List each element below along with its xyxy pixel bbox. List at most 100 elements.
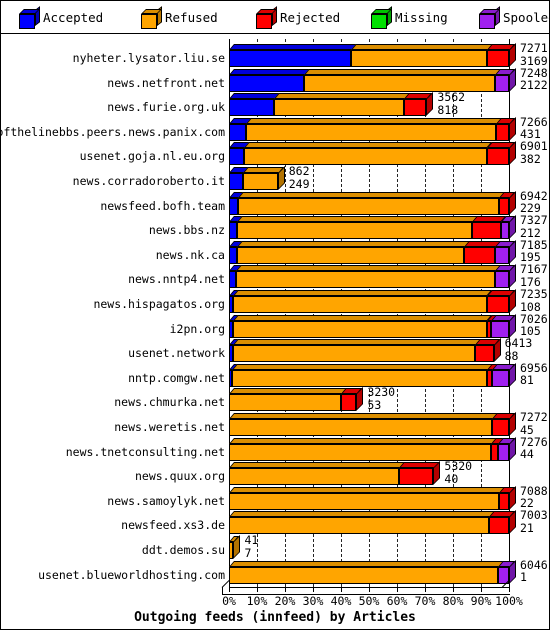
x-tick (397, 587, 398, 592)
bar-total-value: 862 (288, 164, 310, 178)
bar-segment-accepted (229, 93, 281, 117)
y-axis-label: news.samoylyk.net (107, 493, 225, 508)
bar-segment-top (229, 68, 311, 75)
x-tick (453, 587, 454, 592)
bar-segment-accepted (229, 117, 252, 141)
bar-segment-refused (229, 462, 405, 486)
stacked-bar (229, 535, 509, 559)
bar-segment-refused (245, 117, 503, 141)
bar-segment-side (356, 387, 364, 412)
bar-segment-refused (237, 216, 479, 240)
bar-value-labels: 7235 108 (520, 288, 548, 313)
y-axis-label: news.netfront.net (107, 75, 225, 90)
bar-segment-top (229, 388, 348, 395)
y-axis-label: news.furie.org.uk (107, 100, 225, 115)
y-axis-label: news.weretis.net (114, 420, 225, 434)
bar-secondary-value: 249 (288, 176, 310, 191)
stacked-bar (229, 362, 516, 387)
bar-value-labels: 7272 45 (520, 411, 548, 436)
axis-depth-line (222, 594, 510, 595)
table-row[interactable]: i2pn.org 7026 105 (1, 313, 549, 338)
table-row[interactable]: news.weretis.net 7272 45 (1, 411, 549, 436)
bar-segment-spooled (495, 240, 516, 264)
table-row[interactable]: news.furie.org.uk 3562 818 (1, 90, 549, 117)
bar-value-labels: 6901 382 (520, 140, 548, 165)
y-axis-label: usenet.network (128, 346, 225, 361)
bar-segment-spooled (495, 68, 516, 92)
table-row[interactable]: news.nntp4.net 7167 176 (1, 263, 549, 289)
bar-secondary-value: 81 (520, 373, 534, 388)
x-tick-label: 100% (495, 594, 523, 608)
bar-segment-top (229, 413, 499, 419)
bar-segment-top (229, 486, 506, 493)
bar-segment-rejected (499, 486, 516, 510)
table-row[interactable]: news.nk.ca 7185 195 (1, 239, 549, 264)
legend-label: Refused (165, 10, 218, 25)
bar-segment-side (509, 141, 516, 166)
table-row[interactable]: news.quux.org 5320 40 (1, 460, 549, 486)
chart-legend: Accepted Refused Rejected Missing Spooled (1, 1, 550, 34)
cube-icon-refused (141, 5, 162, 29)
bar-secondary-value: 21 (520, 520, 534, 535)
y-axis-label: nntp.comgw.net (128, 370, 225, 385)
bar-segment-refused (229, 511, 496, 535)
bar-segment-refused (229, 437, 497, 461)
table-row[interactable]: nntp.comgw.net 6956 81 (1, 362, 549, 388)
table-row[interactable]: news.tnetconsulting.net 7276 44 (1, 436, 549, 461)
cube-icon-rejected (256, 5, 277, 29)
bar-segment-top (229, 44, 358, 50)
bar-segment-top (238, 191, 506, 198)
legend-item-refused[interactable]: Refused (141, 5, 218, 29)
bar-segment-accepted (229, 68, 311, 92)
bar-segment-top (229, 93, 281, 100)
legend-label: Missing (395, 10, 448, 25)
legend-label: Rejected (280, 10, 341, 25)
legend-item-accepted[interactable]: Accepted (19, 5, 103, 29)
cube-icon-accepted (19, 5, 40, 29)
bar-segment-spooled (495, 265, 516, 289)
bar-segment-refused (229, 560, 504, 584)
bar-segment-top (244, 142, 493, 149)
table-row[interactable]: news.chmurka.net 3230 53 (1, 386, 549, 412)
table-row[interactable]: newsfeed.bofh.team 6942 229 (1, 190, 549, 215)
stacked-bar (229, 43, 516, 67)
table-row[interactable]: ddt.demos.su 41 7 (1, 534, 549, 559)
table-row[interactable]: endofthelinebbs.peers.news.panix.com 7266… (0, 116, 549, 141)
bar-secondary-value: 818 (437, 102, 459, 117)
y-axis-label: news.hispagatos.org (93, 297, 225, 311)
legend-item-spooled[interactable]: Spooled (479, 5, 550, 29)
bar-segment-refused (243, 167, 284, 190)
table-row[interactable]: news.bbs.nz 7327 212 (1, 214, 549, 240)
x-tick (257, 587, 258, 592)
bar-total-value: 3562 (437, 90, 466, 105)
table-row[interactable]: usenet.blueworldhosting.com 6046 1 (1, 559, 549, 584)
bar-total-value: 7271 (520, 41, 548, 55)
table-row[interactable]: usenet.goja.nl.eu.org 6901 382 (1, 140, 549, 166)
bar-segment-accepted (229, 191, 245, 215)
table-row[interactable]: news.netfront.net 7248 2122 (1, 67, 549, 92)
table-row[interactable]: news.hispagatos.org 7235 108 (1, 288, 549, 313)
bar-total-value: 6413 (504, 336, 533, 351)
table-row[interactable]: usenet.network 6413 88 (1, 336, 549, 363)
bar-segment-rejected (486, 142, 516, 166)
legend-item-rejected[interactable]: Rejected (256, 5, 341, 29)
bar-total-value: 7235 (520, 287, 548, 301)
axis-depth-corner (222, 587, 223, 595)
bar-total-value: 7272 (520, 410, 548, 424)
x-tick (285, 587, 286, 592)
y-axis-label: endofthelinebbs.peers.news.panix.com (0, 124, 225, 139)
x-tick (341, 587, 342, 592)
table-row[interactable]: nyheter.lysator.liu.se 7271 3169 (1, 41, 549, 67)
legend-item-missing[interactable]: Missing (371, 5, 448, 29)
legend-label: Spooled (503, 10, 550, 25)
bar-segment-rejected (475, 339, 500, 363)
table-row[interactable]: news.corradoroberto.it 862 249 (1, 164, 549, 191)
stacked-bar (229, 264, 516, 289)
y-axis-label: nyheter.lysator.liu.se (72, 51, 225, 65)
x-tick (369, 587, 370, 592)
bar-segment-accepted (229, 265, 243, 289)
bar-segment-rejected (489, 511, 516, 535)
table-row[interactable]: newsfeed.xs3.de 7003 21 (1, 509, 549, 535)
bar-segment-top (232, 363, 494, 370)
table-row[interactable]: news.samoylyk.net 7088 22 (1, 485, 549, 510)
